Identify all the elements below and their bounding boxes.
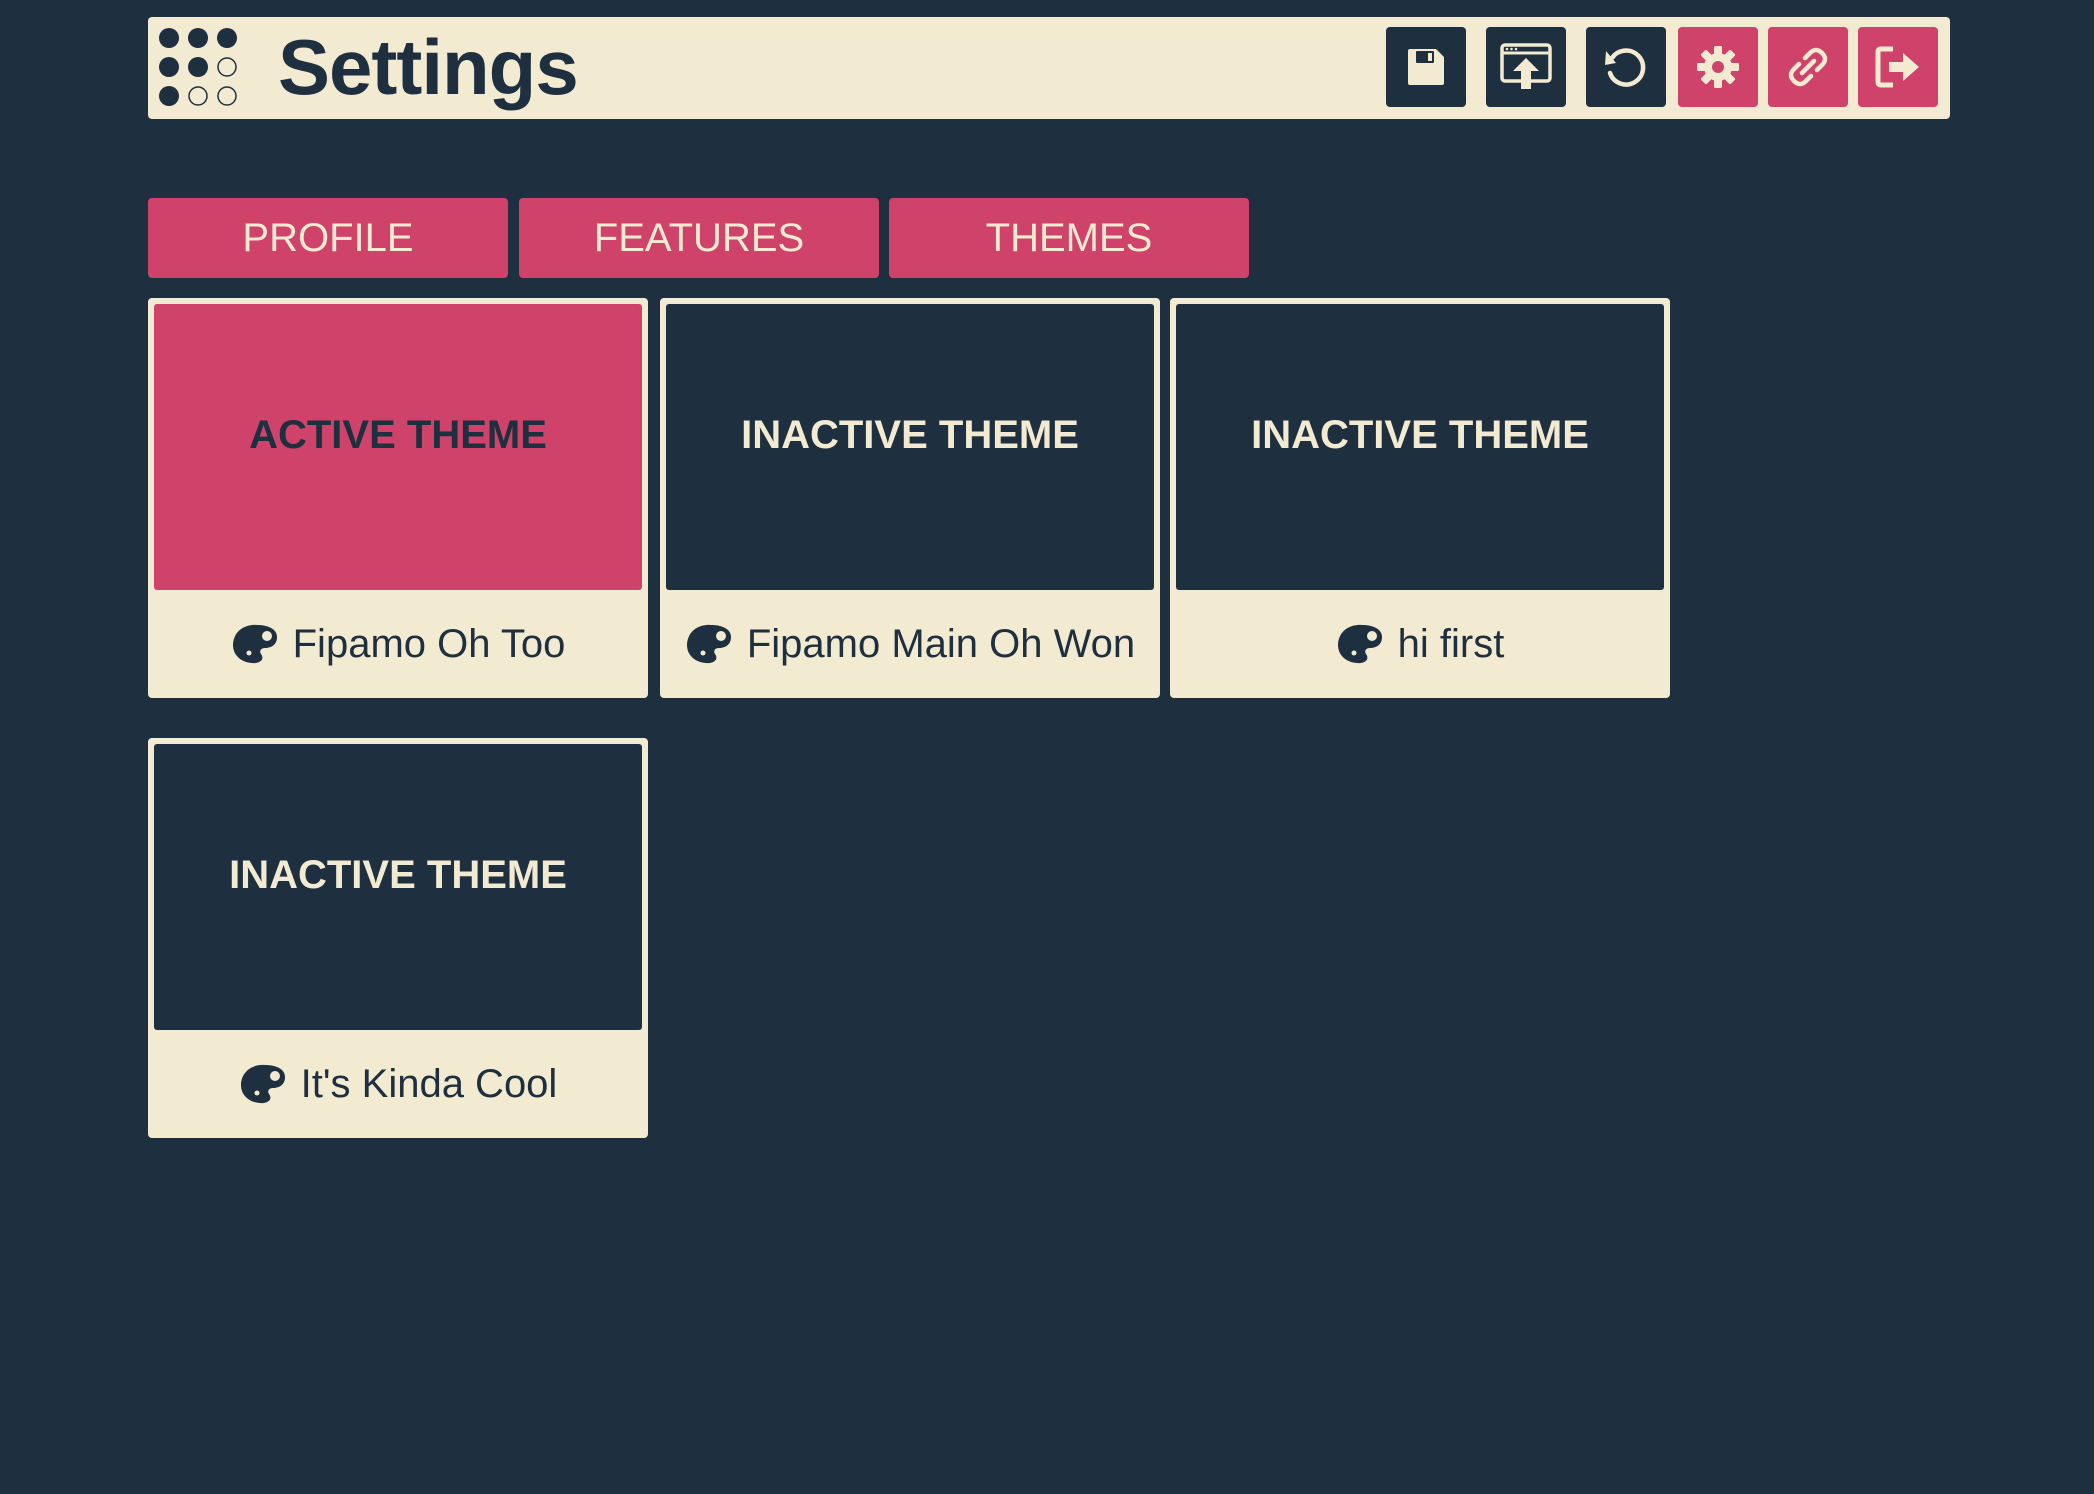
theme-name: Fipamo Main Oh Won (746, 621, 1136, 666)
logout-button[interactable] (1858, 27, 1938, 107)
palette-icon (686, 624, 731, 664)
theme-status-label: INACTIVE THEME (1176, 304, 1664, 590)
tab-features[interactable]: FEATURES (519, 198, 879, 278)
logout-icon (1875, 46, 1919, 88)
theme-card-footer: It's Kinda Cool (148, 1030, 648, 1138)
palette-icon (240, 1064, 285, 1104)
theme-card[interactable]: INACTIVE THEME It's Kinda Cool (148, 738, 648, 1138)
theme-card[interactable]: INACTIVE THEME hi first (1170, 298, 1670, 698)
upload-window-icon (1500, 43, 1552, 89)
theme-card[interactable]: INACTIVE THEME Fipamo Main Oh Won (660, 298, 1160, 698)
theme-name: It's Kinda Cool (300, 1061, 558, 1106)
theme-card[interactable]: ACTIVE THEME Fipamo Oh Too (148, 298, 648, 698)
theme-name: hi first (1397, 621, 1505, 666)
theme-name: Fipamo Oh Too (292, 621, 566, 666)
theme-card-footer: hi first (1170, 590, 1670, 698)
gear-icon (1697, 46, 1739, 88)
palette-icon (1337, 624, 1382, 664)
page-title: Settings (278, 23, 579, 111)
top-bar: Settings (148, 17, 1950, 119)
tab-themes[interactable]: THEMES (889, 198, 1249, 278)
settings-button[interactable] (1678, 27, 1758, 107)
theme-card-footer: Fipamo Main Oh Won (660, 590, 1160, 698)
theme-card-footer: Fipamo Oh Too (148, 590, 648, 698)
floppy-disk-icon (1408, 49, 1444, 85)
refresh-icon (1605, 48, 1646, 87)
publish-button[interactable] (1486, 27, 1566, 107)
reindex-button[interactable] (1586, 27, 1666, 107)
save-button[interactable] (1386, 27, 1466, 107)
theme-status-label: INACTIVE THEME (666, 304, 1154, 590)
tab-profile[interactable]: PROFILE (148, 198, 508, 278)
theme-status-label: INACTIVE THEME (154, 744, 642, 1030)
theme-status-label: ACTIVE THEME (154, 304, 642, 590)
link-icon (1788, 47, 1828, 87)
palette-icon (232, 624, 277, 664)
logo-icon[interactable] (158, 27, 238, 107)
navigation-button[interactable] (1768, 27, 1848, 107)
